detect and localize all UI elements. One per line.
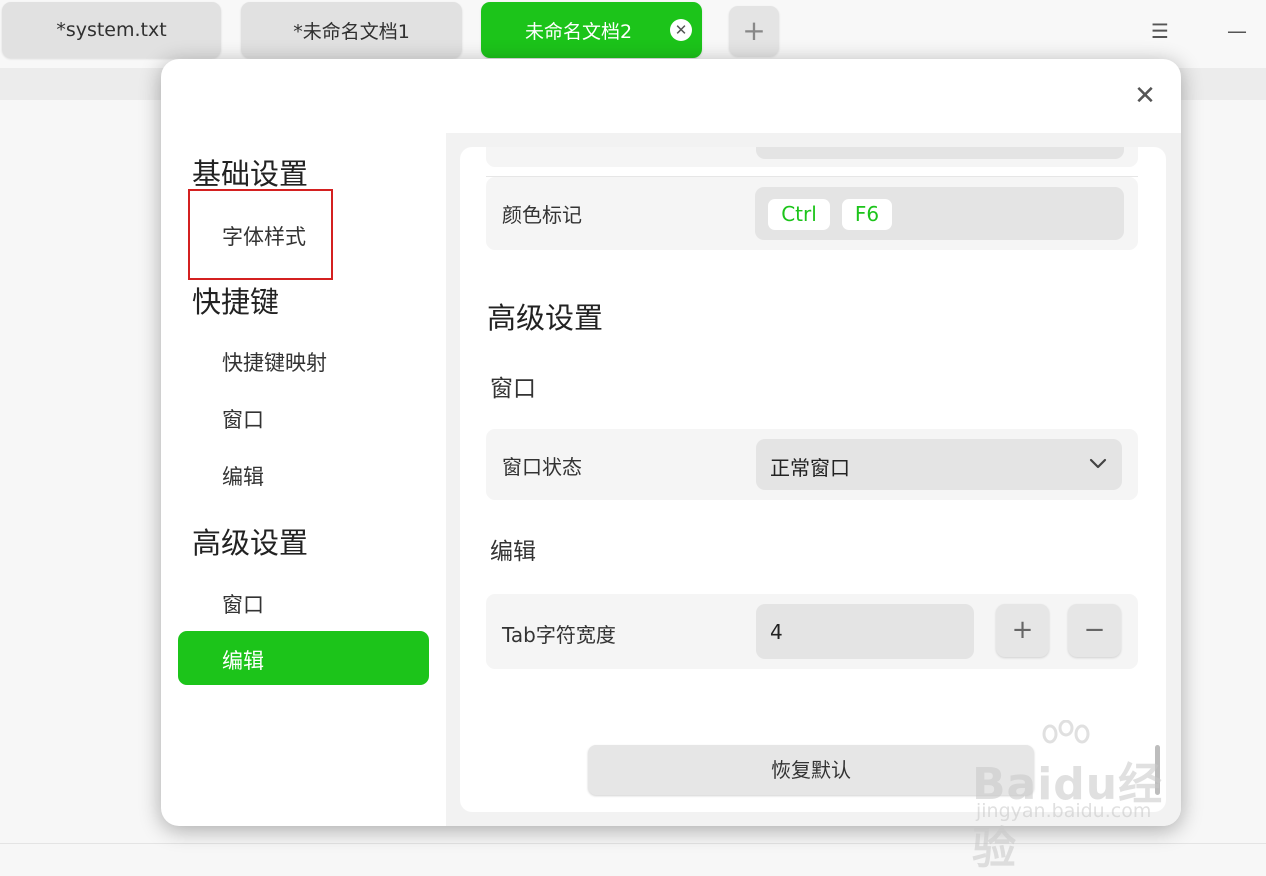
close-icon[interactable]: ✕ <box>1130 81 1160 111</box>
color-mark-label: 颜色标记 <box>502 203 582 227</box>
decrease-button[interactable]: − <box>1068 604 1121 657</box>
tab-width-input[interactable]: 4 <box>756 604 974 659</box>
window-state-value: 正常窗口 <box>770 456 850 480</box>
chevron-down-icon <box>1089 458 1107 469</box>
sidebar-item-shortcut-edit[interactable]: 编辑 <box>222 461 264 491</box>
settings-scroll-area[interactable]: 颜色标记 Ctrl F6 高级设置 窗口 窗口状态 正常窗口 编辑 Tab字符宽… <box>460 147 1166 812</box>
tab-bar: *system.txt *未命名文档1 未命名文档2 ✕ + ☰ — <box>0 0 1266 68</box>
sidebar-heading-advanced[interactable]: 高级设置 <box>192 520 308 562</box>
sidebar-item-shortcut-window[interactable]: 窗口 <box>222 404 264 434</box>
restore-defaults-button[interactable]: 恢复默认 <box>588 745 1034 795</box>
color-mark-row: 颜色标记 Ctrl F6 <box>486 177 1138 250</box>
sidebar-item-shortcut-map[interactable]: 快捷键映射 <box>222 347 327 377</box>
edit-section-title: 编辑 <box>490 539 536 565</box>
tab-label: *system.txt <box>56 19 167 41</box>
tab-label: *未命名文档1 <box>293 20 410 43</box>
settings-content-pane: 颜色标记 Ctrl F6 高级设置 窗口 窗口状态 正常窗口 编辑 Tab字符宽… <box>446 133 1181 826</box>
window-state-label: 窗口状态 <box>502 455 582 479</box>
tab-width-value: 4 <box>770 620 783 644</box>
tab-label: 未命名文档2 <box>524 20 633 43</box>
plus-icon[interactable]: + <box>729 6 779 56</box>
minimize-icon[interactable]: — <box>1222 16 1252 46</box>
sidebar-item-advanced-edit[interactable]: 编辑 <box>178 631 429 685</box>
menu-icon[interactable]: ☰ <box>1145 16 1175 46</box>
keycap-f6: F6 <box>842 199 892 230</box>
status-divider <box>0 843 1266 844</box>
close-circle-icon[interactable]: ✕ <box>670 19 692 41</box>
sidebar-item-label: 编辑 <box>222 649 264 673</box>
tab-untitled-2[interactable]: 未命名文档2 ✕ <box>481 2 702 58</box>
color-mark-shortcut-field[interactable]: Ctrl F6 <box>755 187 1124 240</box>
tab-width-label: Tab字符宽度 <box>502 623 616 647</box>
sidebar-heading-shortcuts[interactable]: 快捷键 <box>192 279 279 321</box>
window-state-select[interactable]: 正常窗口 <box>756 439 1122 490</box>
tab-untitled-1[interactable]: *未命名文档1 <box>241 2 462 58</box>
scrollbar-thumb[interactable] <box>1155 745 1160 795</box>
sidebar-item-advanced-window[interactable]: 窗口 <box>222 589 264 619</box>
increase-button[interactable]: + <box>996 604 1049 657</box>
advanced-settings-title: 高级设置 <box>487 301 604 335</box>
window-state-row: 窗口状态 正常窗口 <box>486 429 1138 500</box>
sidebar-heading-basic[interactable]: 基础设置 <box>192 151 308 193</box>
tab-width-row: Tab字符宽度 4 + − <box>486 594 1138 669</box>
previous-shortcut-field[interactable] <box>756 147 1124 159</box>
previous-setting-row <box>486 147 1138 167</box>
settings-dialog: ✕ 基础设置 字体样式 快捷键 快捷键映射 窗口 编辑 高级设置 窗口 编辑 颜… <box>161 59 1181 826</box>
tab-system-txt[interactable]: *system.txt <box>2 2 221 58</box>
window-section-title: 窗口 <box>490 376 536 402</box>
annotation-highlight-box <box>188 189 333 280</box>
keycap-ctrl: Ctrl <box>768 199 830 230</box>
